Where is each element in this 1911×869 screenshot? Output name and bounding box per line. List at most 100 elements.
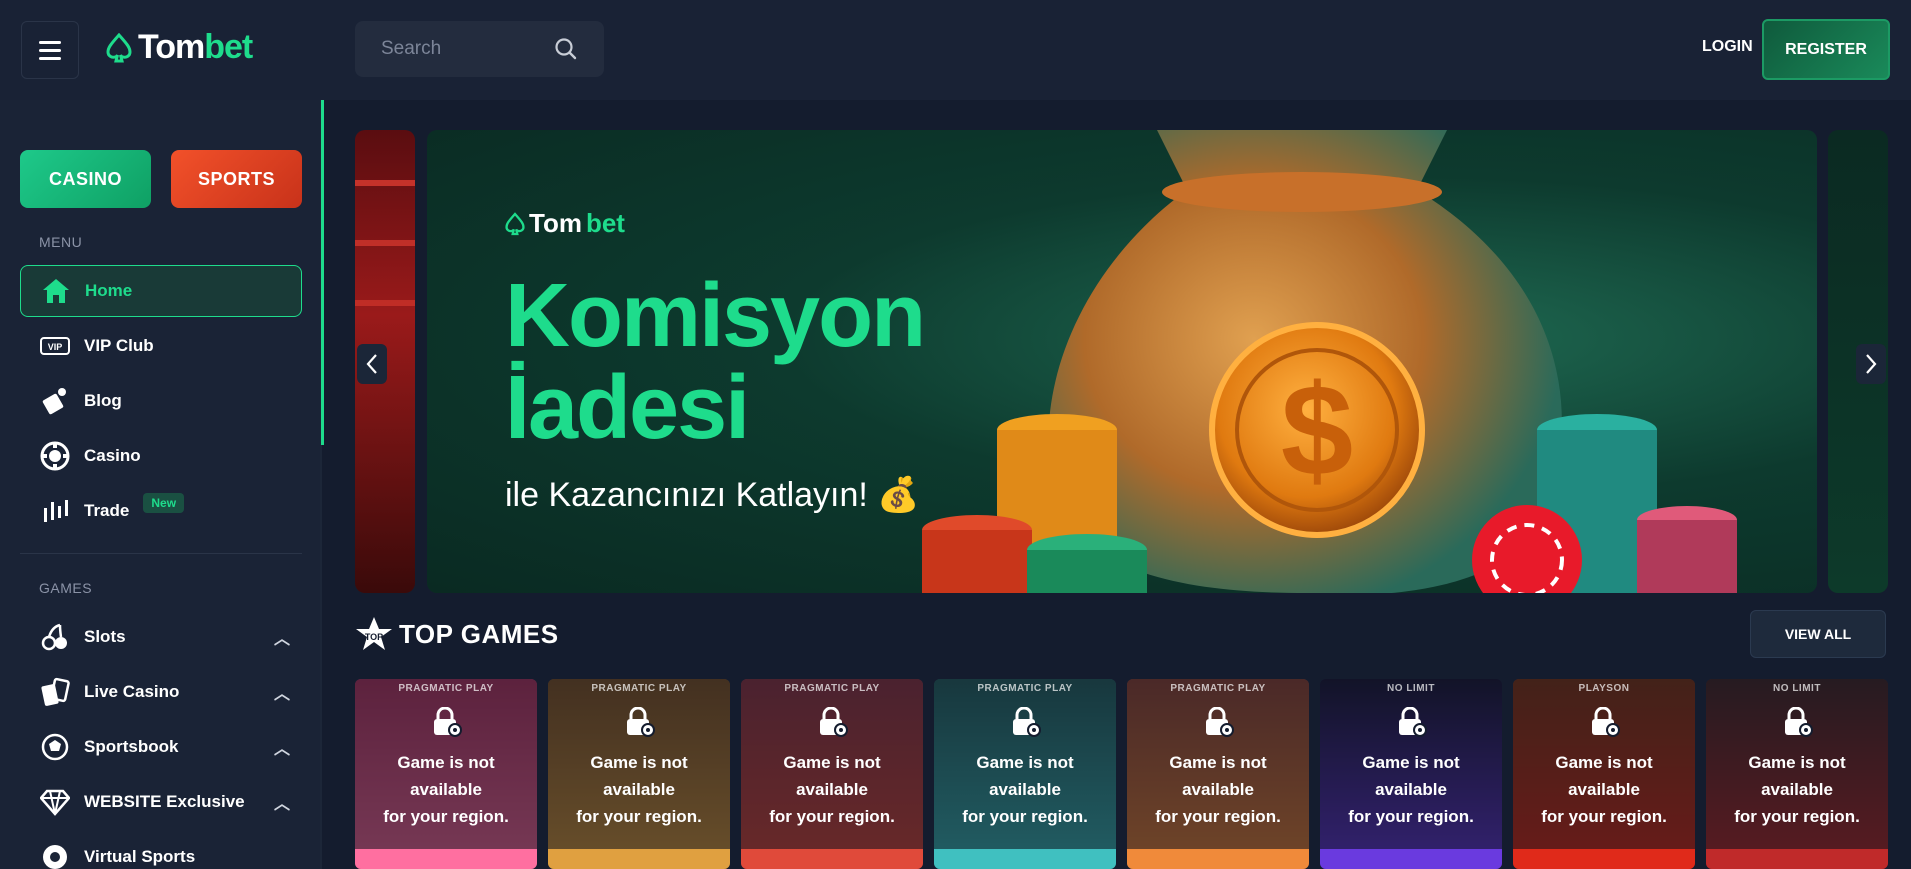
cherries-icon — [40, 622, 70, 652]
money-bag-illustration: $ — [922, 130, 1737, 593]
menu-bar — [39, 40, 61, 44]
search-box[interactable] — [355, 21, 604, 77]
lock-icon — [1781, 706, 1813, 742]
virtual-sports-icon — [40, 842, 70, 869]
sportsbook-icon — [40, 732, 70, 762]
game-card[interactable]: PRAGMATIC PLAY Game is not available for y… — [548, 679, 730, 869]
unavailable-message: Game is not available for your region. — [1513, 749, 1695, 830]
unavailable-line-2: for your region. — [769, 807, 895, 826]
unavailable-line-1: Game is not available — [1555, 753, 1653, 799]
sidebar-item-blog[interactable]: Blog — [20, 375, 302, 427]
unavailable-line-2: for your region. — [383, 807, 509, 826]
sidebar-item-trade[interactable]: Trade New — [20, 485, 302, 537]
tab-sports[interactable]: SPORTS — [171, 150, 302, 208]
sidebar-item-label: VIP Club — [84, 336, 154, 355]
svg-text:VIP: VIP — [48, 342, 63, 352]
chevron-up-icon[interactable]: ︿ — [274, 625, 290, 649]
lock-icon — [1588, 706, 1620, 742]
game-card[interactable]: PRAGMATIC PLAY Game is not available for y… — [741, 679, 923, 869]
unavailable-message: Game is not available for your region. — [1320, 749, 1502, 830]
sidebar-item-casino[interactable]: Casino — [20, 430, 302, 482]
unavailable-line-1: Game is not available — [397, 753, 495, 799]
carousel-next-button[interactable] — [1856, 344, 1886, 384]
sidebar-item-slots[interactable]: Slots ︿ — [20, 611, 302, 663]
svg-text:TOP: TOP — [365, 632, 383, 642]
chevron-up-icon[interactable]: ︿ — [274, 680, 290, 704]
unavailable-line-1: Game is not available — [1748, 753, 1846, 799]
promo-banner[interactable]: Tom bet Komisyon İadesi ile Kazancınızı K… — [427, 130, 1817, 593]
lock-icon — [430, 706, 462, 742]
diamond-icon — [40, 787, 70, 817]
banner-logo-text-2: bet — [585, 208, 625, 238]
game-card[interactable]: PLAYSON Game is not available for your reg… — [1513, 679, 1695, 869]
lock-icon — [1395, 706, 1427, 742]
slide-decoration — [355, 300, 415, 306]
logo-text-1: Tom — [138, 28, 205, 66]
hamburger-menu-button[interactable] — [21, 21, 79, 79]
unavailable-line-1: Game is not available — [1362, 753, 1460, 799]
card-art-strip — [741, 849, 923, 869]
new-badge: New — [143, 493, 185, 513]
search-icon[interactable] — [554, 37, 578, 61]
view-all-button[interactable]: VIEW ALL — [1750, 610, 1886, 658]
lock-icon — [1202, 706, 1234, 742]
casino-chip-icon — [40, 441, 70, 471]
site-logo[interactable]: Tom bet — [106, 28, 253, 67]
sidebar-divider — [20, 553, 302, 554]
provider-label: PRAGMATIC PLAY — [977, 683, 1073, 694]
cards-icon — [40, 677, 70, 707]
provider-label: PRAGMATIC PLAY — [591, 683, 687, 694]
sidebar-scroll-indicator[interactable] — [321, 100, 324, 445]
chevron-left-icon — [366, 354, 377, 374]
chevron-up-icon[interactable]: ︿ — [274, 735, 290, 759]
sidebar-item-live-casino[interactable]: Live Casino ︿ — [20, 666, 302, 718]
logo-text-2: bet — [204, 28, 253, 66]
unavailable-line-2: for your region. — [576, 807, 702, 826]
game-card[interactable]: PRAGMATIC PLAY Game is not available for y… — [355, 679, 537, 869]
unavailable-message: Game is not available for your region. — [1706, 749, 1888, 830]
sidebar-item-virtual-sports[interactable]: Virtual Sports — [20, 831, 302, 869]
banner-logo: Tom bet — [505, 208, 625, 239]
spade-icon — [505, 211, 525, 235]
search-input[interactable] — [381, 38, 541, 60]
sidebar-item-label: Virtual Sports — [84, 847, 196, 866]
games-section-label: GAMES — [39, 580, 93, 596]
tab-casino[interactable]: CASINO — [20, 150, 151, 208]
lock-icon — [1009, 706, 1041, 742]
sidebar-item-label: Slots — [84, 627, 126, 646]
unavailable-message: Game is not available for your region. — [741, 749, 923, 830]
provider-label: PLAYSON — [1578, 683, 1630, 694]
game-card[interactable]: PRAGMATIC PLAY Game is not available for y… — [1127, 679, 1309, 869]
top-star-icon: TOP — [355, 616, 393, 657]
provider-label: NO LIMIT — [1773, 683, 1821, 694]
provider-label: NO LIMIT — [1387, 683, 1435, 694]
card-art-strip — [1127, 849, 1309, 869]
unavailable-line-2: for your region. — [1734, 807, 1860, 826]
unavailable-line-2: for your region. — [962, 807, 1088, 826]
chevron-up-icon[interactable]: ︿ — [274, 790, 290, 814]
sidebar-item-label: WEBSITE Exclusive — [84, 792, 245, 811]
sidebar-item-home[interactable]: Home — [20, 265, 302, 317]
provider-label: PRAGMATIC PLAY — [398, 683, 494, 694]
lock-icon — [816, 706, 848, 742]
unavailable-message: Game is not available for your region. — [1127, 749, 1309, 830]
trade-chart-icon — [40, 496, 70, 526]
card-art-strip — [1706, 849, 1888, 869]
unavailable-line-2: for your region. — [1348, 807, 1474, 826]
sidebar-item-label: Blog — [84, 391, 122, 410]
sidebar-item-vip-club[interactable]: VIP VIP Club — [20, 320, 302, 372]
game-card[interactable]: NO LIMIT Game is not available for your re… — [1320, 679, 1502, 869]
login-button[interactable]: LOGIN — [1702, 38, 1753, 56]
game-card[interactable]: PRAGMATIC PLAY Game is not available for y… — [934, 679, 1116, 869]
register-button[interactable]: REGISTER — [1762, 19, 1890, 80]
card-art-strip — [1320, 849, 1502, 869]
game-card[interactable]: NO LIMIT Game is not available for your re… — [1706, 679, 1888, 869]
carousel-prev-button[interactable] — [357, 344, 387, 384]
unavailable-line-2: for your region. — [1541, 807, 1667, 826]
chip-stack-left — [922, 414, 1147, 593]
provider-label: PRAGMATIC PLAY — [784, 683, 880, 694]
card-art-strip — [1513, 849, 1695, 869]
unavailable-line-1: Game is not available — [1169, 753, 1267, 799]
sidebar-item-website-exclusive[interactable]: WEBSITE Exclusive ︿ — [20, 776, 302, 828]
sidebar-item-sportsbook[interactable]: Sportsbook ︿ — [20, 721, 302, 773]
